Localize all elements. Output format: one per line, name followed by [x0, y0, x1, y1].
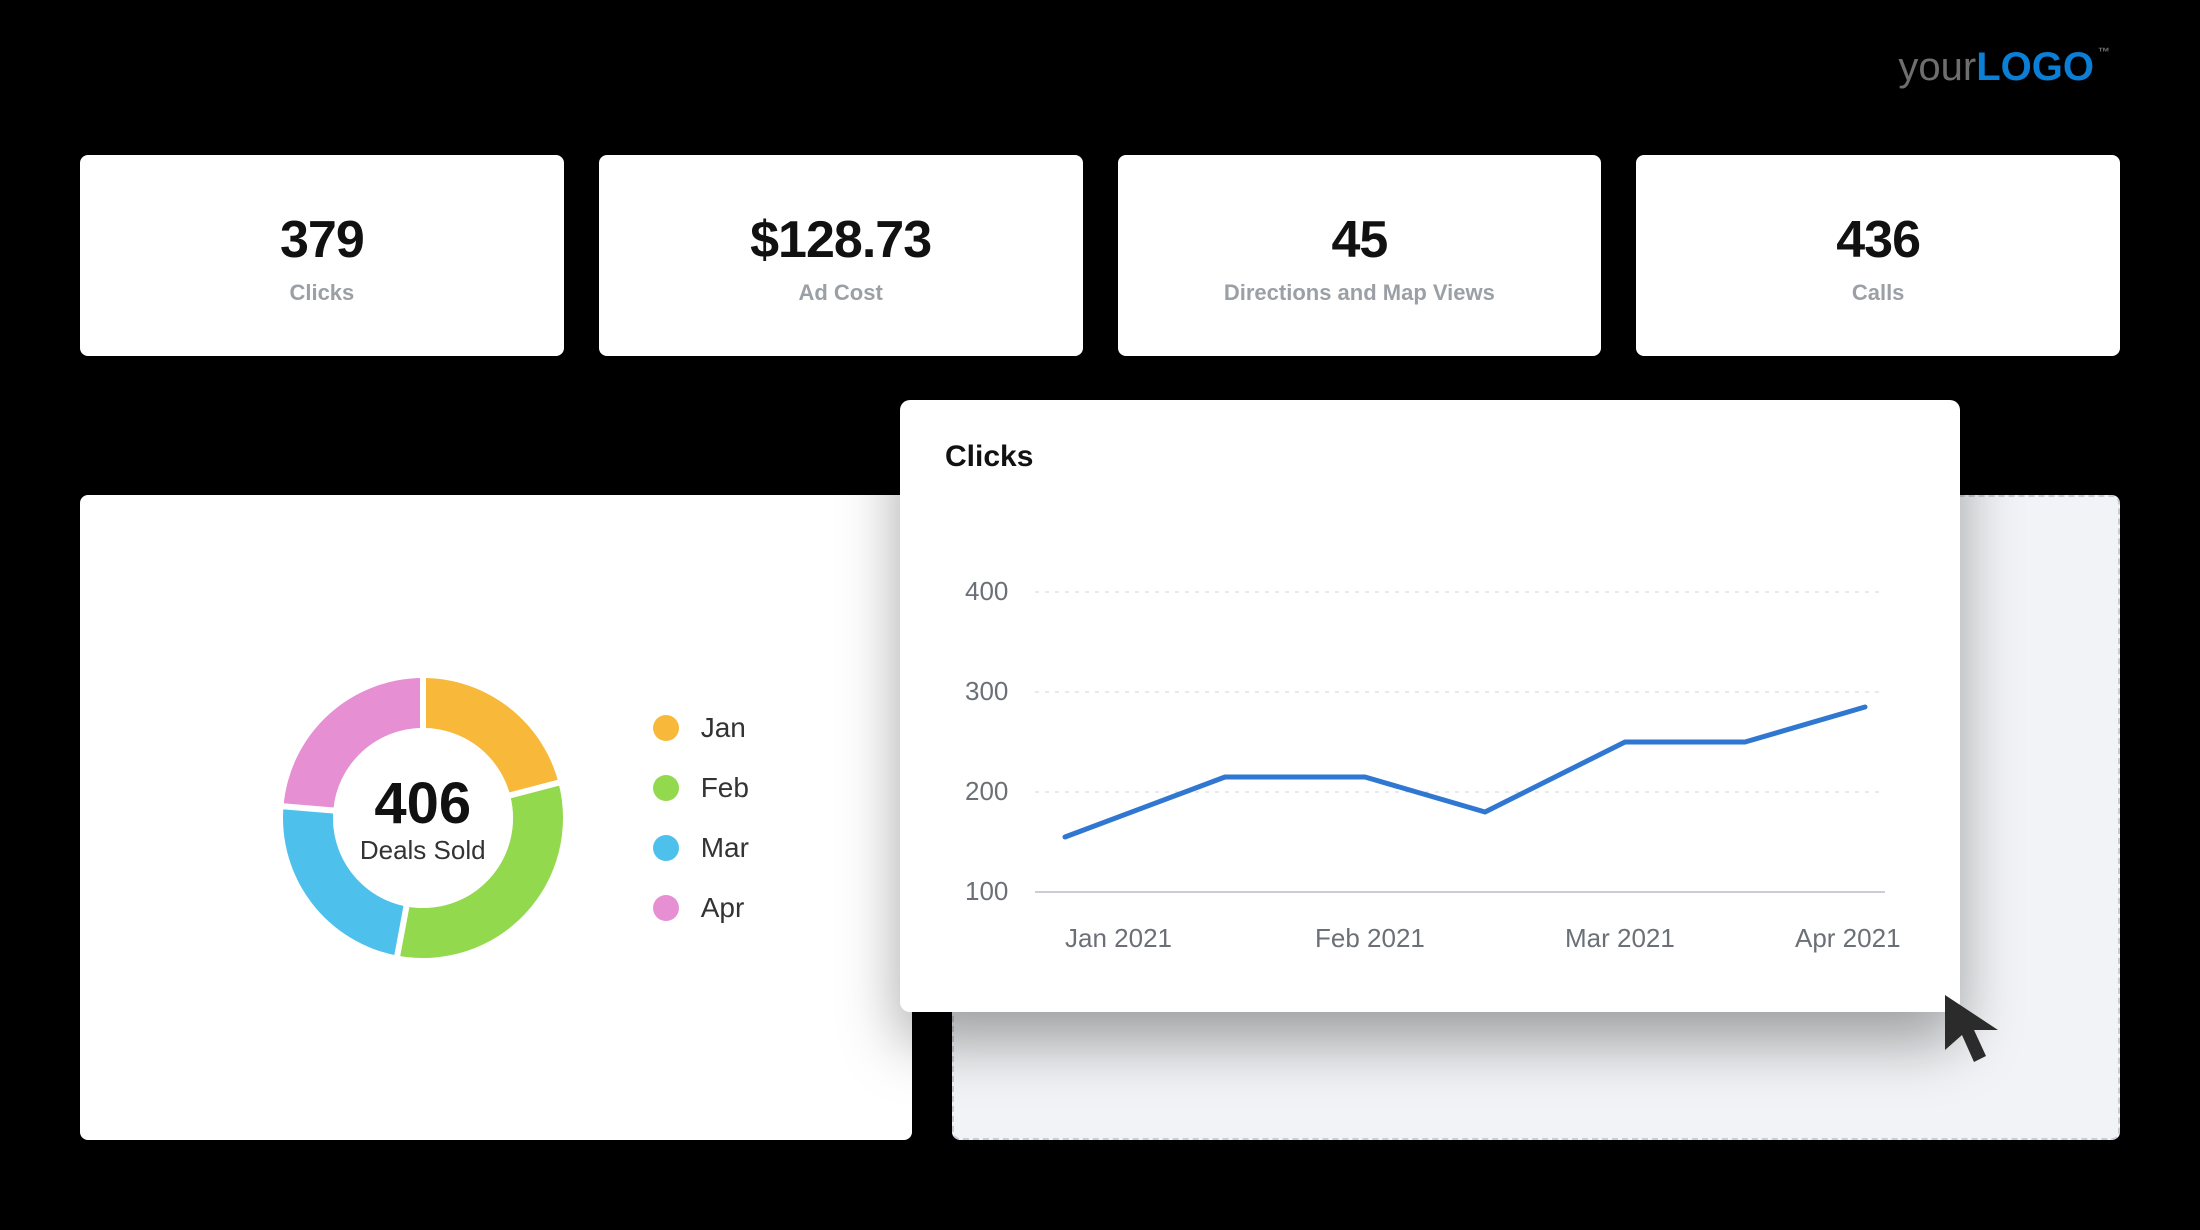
xtick: Feb 2021: [1315, 923, 1425, 953]
legend-item-jan[interactable]: Jan: [653, 712, 749, 744]
kpi-value: $128.73: [619, 210, 1063, 270]
ytick: 200: [965, 776, 1008, 806]
xtick: Apr 2021: [1795, 923, 1901, 953]
legend-item-apr[interactable]: Apr: [653, 892, 749, 924]
ytick: 300: [965, 676, 1008, 706]
ytick: 400: [965, 576, 1008, 606]
kpi-value: 45: [1138, 210, 1582, 270]
brand-logo: yourLOGO ™: [1898, 45, 2110, 90]
kpi-label: Directions and Map Views: [1138, 280, 1582, 306]
kpi-card-directions[interactable]: 45 Directions and Map Views: [1118, 155, 1602, 356]
cursor-icon: [1940, 990, 2010, 1075]
legend-label: Mar: [701, 832, 749, 864]
donut-center-value: 406: [374, 770, 471, 837]
xtick: Jan 2021: [1065, 923, 1172, 953]
legend-label: Apr: [701, 892, 745, 924]
kpi-label: Calls: [1656, 280, 2100, 306]
popup-title: Clicks: [945, 440, 1915, 474]
donut-legend: Jan Feb Mar Apr: [653, 712, 749, 924]
donut-center: 406 Deals Sold: [243, 638, 603, 998]
legend-label: Feb: [701, 772, 749, 804]
donut-center-label: Deals Sold: [360, 835, 486, 866]
xtick: Mar 2021: [1565, 923, 1675, 953]
legend-item-mar[interactable]: Mar: [653, 832, 749, 864]
donut-wrap: 406 Deals Sold Jan Feb Mar: [80, 495, 912, 1140]
kpi-row: 379 Clicks $128.73 Ad Cost 45 Directions…: [80, 155, 2120, 356]
clicks-line: [1065, 707, 1865, 837]
legend-dot-icon: [653, 895, 679, 921]
logo-main: LOGO: [1976, 45, 2094, 89]
kpi-card-calls[interactable]: 436 Calls: [1636, 155, 2120, 356]
ytick: 100: [965, 876, 1008, 906]
kpi-label: Clicks: [100, 280, 544, 306]
dashboard-stage: yourLOGO ™ 379 Clicks $128.73 Ad Cost 45 …: [0, 0, 2200, 1230]
legend-label: Jan: [701, 712, 746, 744]
legend-dot-icon: [653, 835, 679, 861]
logo-tm: ™: [2098, 45, 2110, 59]
kpi-value: 436: [1656, 210, 2100, 270]
donut-chart: 406 Deals Sold: [243, 638, 603, 998]
logo-prefix: your: [1898, 45, 1976, 89]
kpi-card-clicks[interactable]: 379 Clicks: [80, 155, 564, 356]
legend-item-feb[interactable]: Feb: [653, 772, 749, 804]
clicks-popup-card[interactable]: Clicks 400 300 200 100 Jan 2021 Feb 2021…: [900, 400, 1960, 1012]
line-chart-svg: 400 300 200 100 Jan 2021 Feb 2021 Mar 20…: [945, 492, 1915, 972]
legend-dot-icon: [653, 775, 679, 801]
kpi-label: Ad Cost: [619, 280, 1063, 306]
kpi-card-ad-cost[interactable]: $128.73 Ad Cost: [599, 155, 1083, 356]
kpi-value: 379: [100, 210, 544, 270]
legend-dot-icon: [653, 715, 679, 741]
deals-sold-card[interactable]: 406 Deals Sold Jan Feb Mar: [80, 495, 912, 1140]
